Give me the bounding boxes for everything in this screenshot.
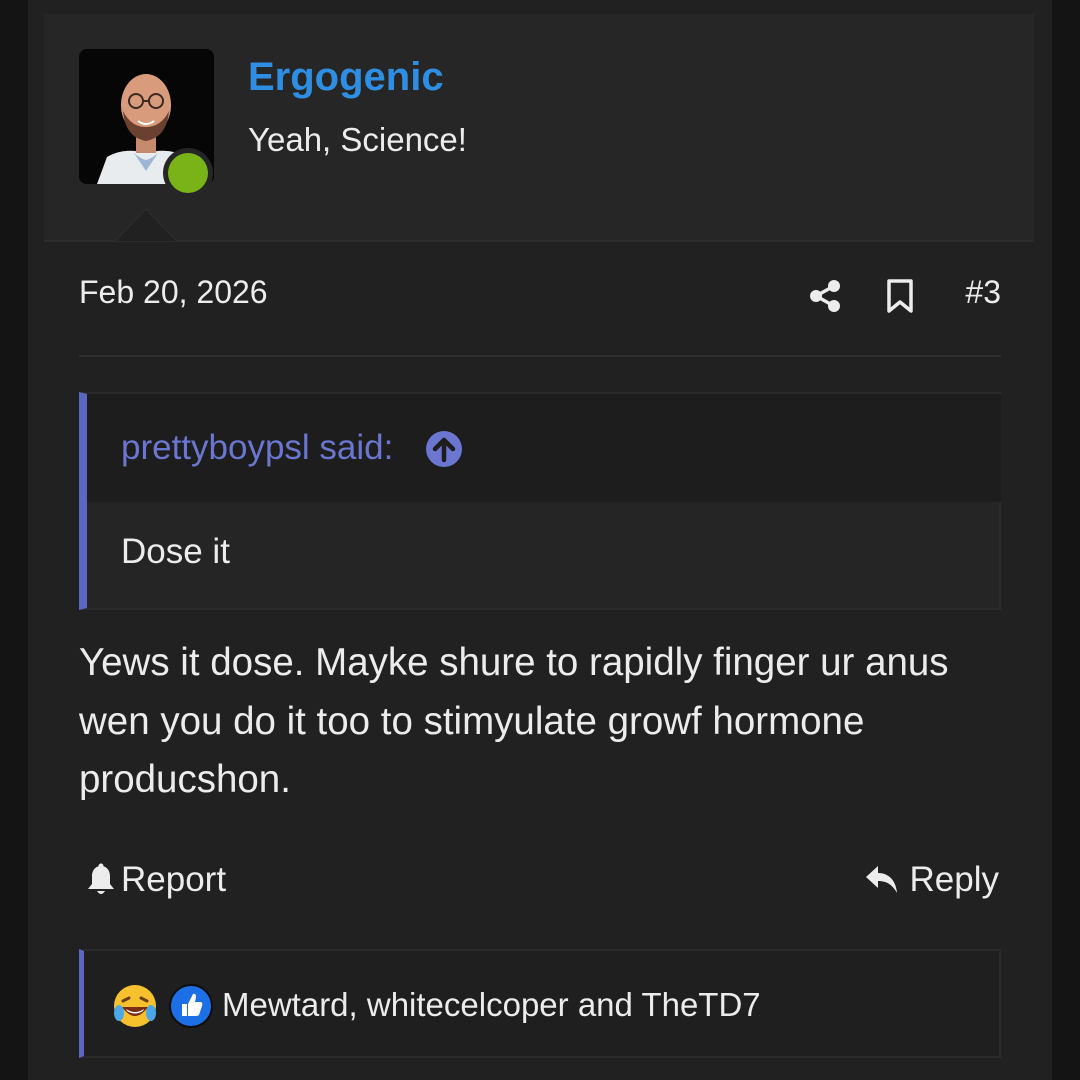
user-header: Ergogenic Yeah, Science! (44, 14, 1034, 242)
bell-icon (88, 863, 114, 894)
post-message: Yews it dose. Mayke shure to rapidly fin… (79, 641, 949, 801)
quote-header[interactable]: prettyboypsl said: (87, 394, 1001, 502)
header-pointer (116, 210, 176, 241)
share-icon[interactable] (807, 278, 843, 314)
divider (79, 355, 1001, 357)
reply-arrow-icon (865, 866, 897, 893)
avatar[interactable] (79, 49, 214, 198)
page: Ergogenic Yeah, Science! Feb 20, 2026 #3… (0, 0, 1080, 1080)
post-number-link[interactable]: #3 (965, 274, 1001, 311)
laughing-crying-emoji-icon (114, 985, 156, 1027)
quote-block: prettyboypsl said: Dose it (79, 392, 1001, 610)
forum-post: Ergogenic Yeah, Science! Feb 20, 2026 #3… (28, 0, 1052, 1080)
report-label: Report (121, 860, 227, 899)
reply-label: Reply (909, 860, 999, 899)
quote-text: Dose it (121, 532, 230, 571)
online-status-indicator (163, 148, 213, 198)
arrow-up-circle-icon[interactable] (425, 430, 463, 468)
quote-author[interactable]: prettyboypsl said: (121, 428, 393, 468)
reactions-bar[interactable]: Mewtard, whitecelcoper and TheTD7 (79, 949, 1001, 1058)
post-actions: Report Reply (79, 850, 1001, 910)
post-meta-row: Feb 20, 2026 #3 (79, 262, 1001, 332)
online-status-dot (168, 153, 208, 193)
username-link[interactable]: Ergogenic (248, 52, 444, 102)
thumbs-up-icon (169, 984, 213, 1028)
quote-body: Dose it (87, 502, 999, 608)
bookmark-icon[interactable] (885, 278, 915, 314)
user-title: Yeah, Science! (248, 121, 467, 158)
post-date[interactable]: Feb 20, 2026 (79, 274, 268, 311)
reply-button[interactable]: Reply (864, 858, 999, 902)
report-button[interactable]: Report (85, 858, 226, 902)
reaction-users-link[interactable]: Mewtard, whitecelcoper and TheTD7 (222, 983, 761, 1027)
